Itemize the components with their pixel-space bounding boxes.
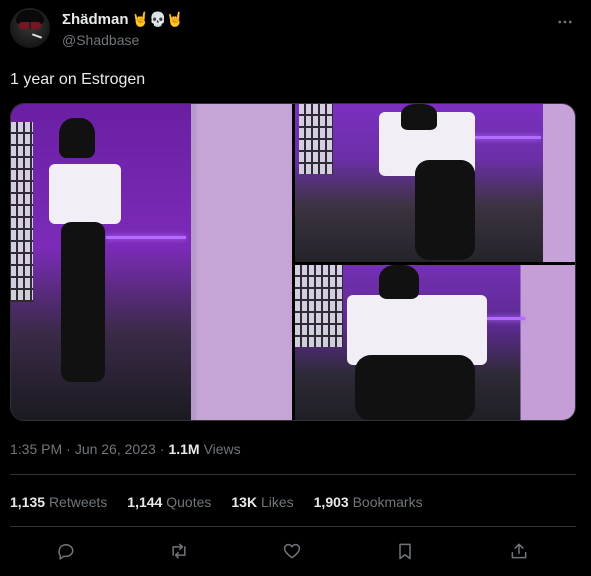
likes-count: 13K [231, 494, 258, 510]
reply-icon [58, 544, 74, 560]
figure-head [59, 118, 95, 158]
shoji-screen [11, 122, 33, 302]
quotes-stat[interactable]: 1,144 Quotes [127, 494, 211, 510]
quotes-count: 1,144 [127, 494, 163, 510]
bookmark-icon [399, 543, 411, 560]
avatar-cigarette [31, 33, 43, 39]
retweets-stat[interactable]: 1,135 Retweets [10, 494, 107, 510]
figure-head [379, 265, 419, 299]
bookmark-button[interactable] [390, 536, 420, 566]
more-horizontal-icon [558, 20, 572, 24]
action-bar [10, 536, 576, 566]
views-label: Views [203, 441, 241, 457]
neon-strip [471, 136, 541, 139]
likes-label: Likes [260, 494, 294, 510]
bookmarks-label: Bookmarks [352, 494, 423, 510]
share-icon [511, 543, 527, 559]
bookmarks-stat[interactable]: 1,903 Bookmarks [314, 494, 423, 510]
heart-icon [283, 543, 301, 559]
tweet-time[interactable]: 1:35 PM [10, 441, 62, 457]
figure-legs [355, 355, 475, 420]
author-handle[interactable]: @Shadbase [62, 32, 139, 48]
photo-1[interactable] [11, 104, 292, 420]
author-name-row[interactable]: Σhädman 🤘💀🤘 [62, 11, 184, 28]
divider [10, 526, 576, 527]
divider [10, 474, 576, 475]
shoji-screen [295, 265, 343, 347]
quotes-label: Quotes [166, 494, 212, 510]
like-button[interactable] [277, 536, 307, 566]
photo-2[interactable] [295, 104, 575, 262]
neon-strip [485, 317, 525, 320]
figure-head [401, 104, 437, 130]
tweet-date[interactable]: Jun 26, 2023 [75, 441, 156, 457]
figure-legs [61, 222, 105, 382]
avatar[interactable] [10, 8, 50, 48]
meta-separator: · [159, 441, 165, 457]
shoji-screen [299, 104, 333, 174]
engagement-stats: 1,135 Retweets 1,144 Quotes 13K Likes 1,… [10, 494, 423, 510]
author-display-name[interactable]: Σhädman [62, 11, 129, 28]
media-grid [10, 103, 576, 421]
reply-button[interactable] [51, 536, 81, 566]
bookmarks-count: 1,903 [313, 494, 349, 510]
retweets-label: Retweets [48, 494, 108, 510]
retweets-count: 1,135 [10, 494, 46, 510]
meta-separator: · [66, 441, 71, 457]
avatar-glasses [19, 22, 41, 29]
views-count: 1.1M [168, 441, 200, 457]
likes-stat[interactable]: 13K Likes [231, 494, 293, 510]
retweet-icon [172, 543, 186, 559]
tweet-meta: 1:35 PM · Jun 26, 2023 · 1.1M Views [10, 441, 241, 457]
retweet-button[interactable] [164, 536, 194, 566]
tweet-header: Σhädman 🤘💀🤘 @Shadbase [10, 8, 581, 52]
share-button[interactable] [504, 536, 534, 566]
figure-shirt [49, 164, 121, 224]
neon-strip [106, 236, 186, 239]
tweet-text: 1 year on Estrogen [10, 71, 146, 88]
more-options-icon[interactable] [555, 12, 575, 32]
author-name-emojis: 🤘💀🤘 [131, 11, 184, 28]
photo-3[interactable] [295, 265, 575, 420]
figure-legs [415, 160, 475, 260]
